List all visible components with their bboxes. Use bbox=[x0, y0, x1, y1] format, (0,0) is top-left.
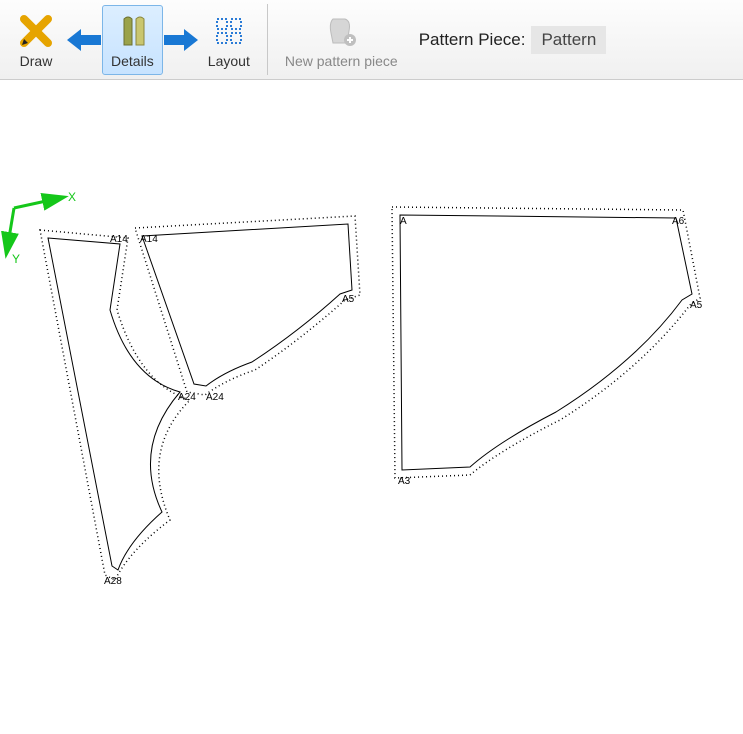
point-a5-mid: A5 bbox=[342, 294, 354, 305]
toolbar-separator bbox=[267, 4, 268, 75]
details-icon bbox=[112, 11, 152, 51]
point-a24-left: A24 bbox=[178, 392, 196, 403]
prev-arrow-button[interactable] bbox=[66, 5, 102, 75]
pattern-piece-3 bbox=[392, 207, 700, 478]
canvas-svg bbox=[0, 80, 743, 734]
point-a: A bbox=[400, 216, 407, 227]
arrow-right-icon bbox=[164, 27, 198, 53]
pattern-piece-label: Pattern Piece: bbox=[413, 0, 532, 79]
point-a28: A28 bbox=[104, 576, 122, 587]
pattern-piece-select[interactable]: Pattern bbox=[531, 26, 606, 54]
point-a14b: A14 bbox=[140, 234, 158, 245]
draw-label: Draw bbox=[20, 53, 53, 69]
layout-icon bbox=[209, 11, 249, 51]
point-a14a: A14 bbox=[110, 234, 128, 245]
new-pattern-piece-label: New pattern piece bbox=[285, 53, 398, 69]
details-label: Details bbox=[111, 53, 154, 69]
point-a3: A3 bbox=[398, 476, 410, 487]
draw-icon bbox=[16, 11, 56, 51]
pattern-piece-1 bbox=[40, 230, 190, 580]
pattern-piece-2 bbox=[135, 216, 360, 395]
toolbar: Draw Details bbox=[0, 0, 743, 80]
point-a24-right: A24 bbox=[206, 392, 224, 403]
toolbar-piece-group: New pattern piece bbox=[270, 0, 413, 79]
layout-label: Layout bbox=[208, 53, 250, 69]
axis-y-label: Y bbox=[12, 252, 20, 266]
drawing-canvas[interactable]: X Y A14 A14 A24 A24 A28 A5 A A6 A5 A3 bbox=[0, 80, 743, 734]
layout-button[interactable]: Layout bbox=[199, 5, 259, 75]
axis-x-label: X bbox=[68, 190, 76, 204]
draw-button[interactable]: Draw bbox=[6, 5, 66, 75]
new-pattern-piece-button[interactable]: New pattern piece bbox=[276, 5, 407, 75]
next-arrow-button[interactable] bbox=[163, 5, 199, 75]
point-a6: A6 bbox=[672, 216, 684, 227]
toolbar-main-group: Draw Details bbox=[0, 0, 265, 79]
arrow-left-icon bbox=[67, 27, 101, 53]
new-pattern-piece-icon bbox=[321, 11, 361, 51]
details-button[interactable]: Details bbox=[102, 5, 163, 75]
point-a5-right: A5 bbox=[690, 300, 702, 311]
